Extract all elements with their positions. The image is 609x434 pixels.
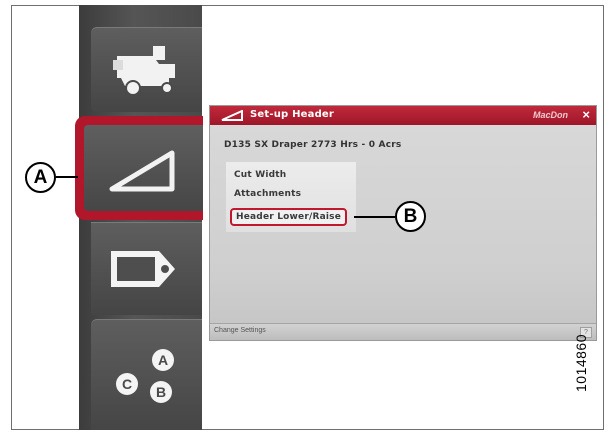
svg-text:B: B [156, 384, 166, 400]
tag-icon [111, 251, 175, 287]
header-setup-button[interactable] [75, 116, 203, 220]
svg-text:A: A [158, 352, 168, 368]
header-icon [109, 150, 175, 192]
callout-b-leader [354, 216, 395, 218]
combine-icon [113, 46, 175, 96]
abc-button[interactable]: A C B [91, 319, 202, 430]
header-icon [221, 110, 243, 121]
abc-icon: A C B [116, 349, 174, 403]
setup-menu: Cut Width Attachments Header Lower/Raise [226, 162, 356, 232]
callout-a: A [25, 162, 56, 193]
tag-button[interactable] [91, 222, 202, 315]
dialog-titlebar: Set-up Header MacDon × [210, 106, 596, 125]
svg-text:C: C [122, 376, 132, 392]
menu-item-attachments[interactable]: Attachments [234, 189, 301, 199]
menu-item-header-lower-raise[interactable]: Header Lower/Raise [230, 208, 348, 226]
callout-a-leader [56, 176, 78, 178]
dialog-statusbar: Change Settings ? [210, 323, 596, 340]
figure-number: 1014860 [573, 333, 589, 392]
menu-item-cut-width[interactable]: Cut Width [234, 170, 286, 180]
close-icon[interactable]: × [582, 107, 590, 122]
header-setup-button-face [84, 125, 203, 211]
combine-button[interactable] [91, 27, 202, 112]
callout-b: B [395, 201, 426, 232]
dialog-title: Set-up Header [250, 109, 335, 120]
machine-info: D135 SX Draper 2773 Hrs - 0 Acrs [224, 140, 402, 150]
brand-logo: MacDon [532, 110, 568, 120]
status-text: Change Settings [214, 327, 266, 334]
